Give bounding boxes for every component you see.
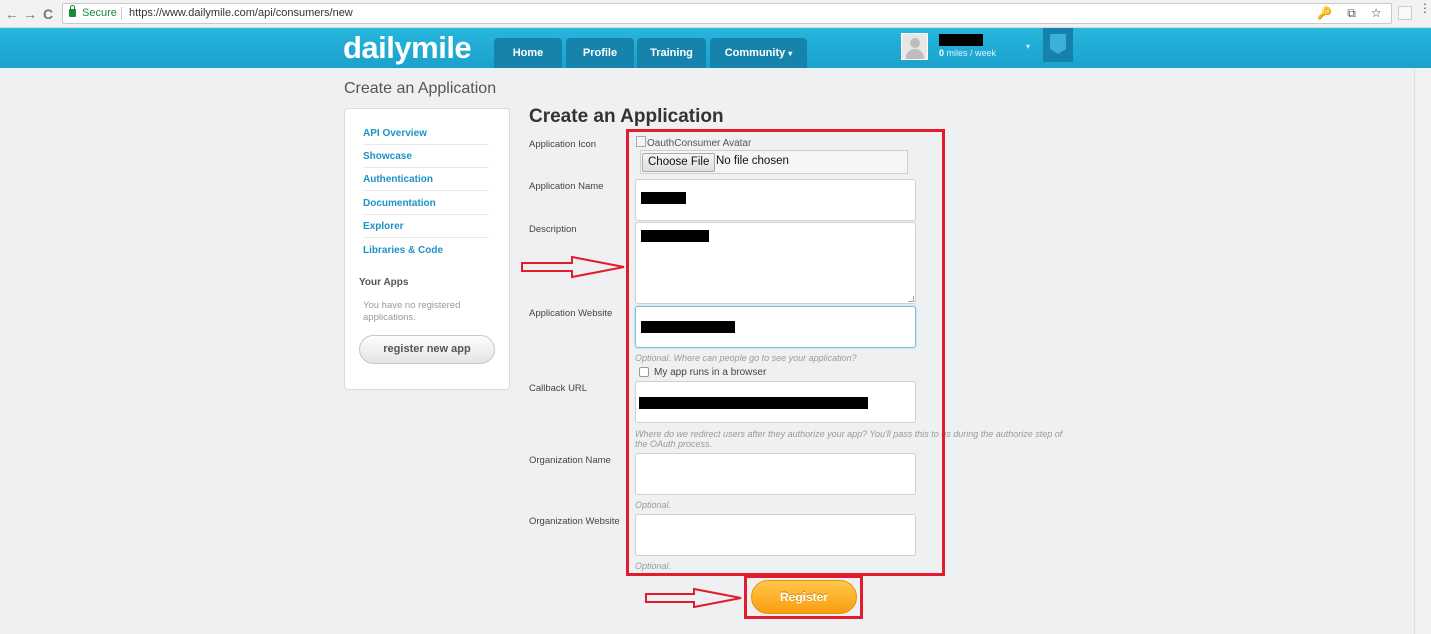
address-separator xyxy=(121,7,122,20)
page-scrollbar[interactable] xyxy=(1414,68,1431,634)
sidebar-item-libraries-code[interactable]: Libraries & Code xyxy=(363,239,489,262)
browser-menu-icon[interactable]: ⋮ xyxy=(1419,2,1431,14)
no-apps-message: You have no registered applications. xyxy=(363,300,461,323)
api-sidebar: API Overview Showcase Authentication Doc… xyxy=(344,108,510,390)
tab-home[interactable]: Home xyxy=(494,38,562,68)
site-header: dailymile Home Profile Training Communit… xyxy=(0,28,1431,68)
miles-unit: miles / week xyxy=(946,48,997,58)
your-apps-heading: Your Apps xyxy=(359,277,409,288)
url-text[interactable]: https://www.dailymile.com/api/consumers/… xyxy=(129,4,353,23)
user-menu-chevron-icon[interactable]: ▾ xyxy=(1026,42,1030,51)
tab-community-label: Community xyxy=(724,47,786,59)
sidebar-item-authentication[interactable]: Authentication xyxy=(363,168,489,191)
forward-icon[interactable]: → xyxy=(22,5,38,23)
sidebar-item-showcase[interactable]: Showcase xyxy=(363,145,489,168)
tab-home-label: Home xyxy=(512,47,544,59)
miles-value: 0 xyxy=(939,48,945,58)
organization-website-label: Organization Website xyxy=(529,516,620,527)
register-button[interactable]: Register xyxy=(751,580,857,614)
tab-profile[interactable]: Profile xyxy=(566,38,634,68)
lock-icon xyxy=(69,5,76,17)
organization-name-label: Organization Name xyxy=(529,455,611,466)
tab-training-label: Training xyxy=(650,47,693,59)
annotation-arrow-form-icon xyxy=(521,255,625,279)
notification-icon[interactable] xyxy=(1043,28,1073,62)
sidebar-item-explorer[interactable]: Explorer xyxy=(363,215,489,238)
description-label: Description xyxy=(529,224,577,235)
dailymile-logo[interactable]: dailymile xyxy=(343,30,472,66)
tab-training[interactable]: Training xyxy=(637,38,706,68)
weekly-miles: 0 miles / week xyxy=(939,48,996,58)
annotation-arrow-register-icon xyxy=(645,587,742,609)
tab-community[interactable]: Community ▾ xyxy=(710,38,807,68)
annotation-form-box xyxy=(626,129,945,576)
secure-label: Secure xyxy=(82,7,117,19)
address-bar[interactable]: Secure https://www.dailymile.com/api/con… xyxy=(62,3,1392,24)
sidebar-item-documentation[interactable]: Documentation xyxy=(363,192,489,215)
tab-profile-label: Profile xyxy=(582,47,618,59)
register-new-app-button[interactable]: register new app xyxy=(359,335,495,364)
avatar[interactable] xyxy=(901,33,928,60)
application-icon-label: Application Icon xyxy=(529,139,597,150)
callback-url-label: Callback URL xyxy=(529,383,588,394)
extension-icon[interactable] xyxy=(1398,6,1412,20)
application-name-label: Application Name xyxy=(529,181,604,192)
application-website-label: Application Website xyxy=(529,308,613,319)
sidebar-item-api-overview[interactable]: API Overview xyxy=(363,122,489,145)
back-icon[interactable]: ← xyxy=(4,5,20,23)
form-title: Create an Application xyxy=(529,106,724,127)
reload-icon[interactable]: C xyxy=(40,5,56,23)
page-title: Create an Application xyxy=(344,80,497,97)
browser-toolbar: ← → C Secure https://www.dailymile.com/a… xyxy=(0,0,1431,28)
redacted-username xyxy=(939,34,983,46)
key-translate-star-icons[interactable]: 🔑 ⧉ ☆ xyxy=(1317,4,1387,23)
chevron-down-icon: ▾ xyxy=(788,49,793,58)
